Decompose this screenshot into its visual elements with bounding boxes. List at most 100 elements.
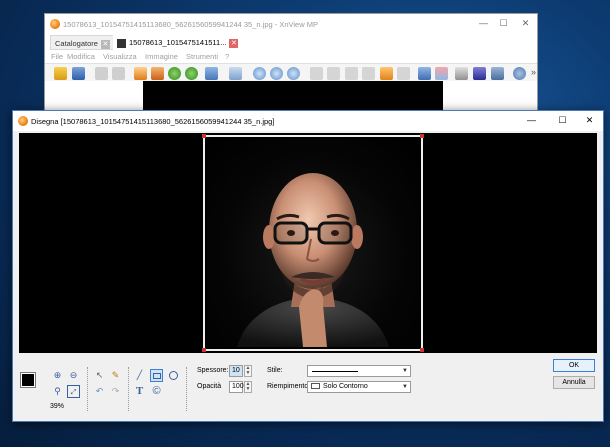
line-style-preview [312,371,358,372]
zoom-in-icon[interactable] [253,67,266,80]
flag-icon[interactable] [229,67,242,80]
text-tool-icon[interactable]: T [133,385,146,398]
browse-icon[interactable] [54,67,67,80]
menu-visualizza[interactable]: Visualizza [103,52,137,61]
chevron-down-icon: ▼ [402,368,408,374]
dialog-title: Disegna [15078613_10154751415113680_5626… [31,117,275,126]
minimize-icon[interactable]: — [477,17,490,30]
window-title: 15078613_10154751415113680_5626156059941… [63,20,318,29]
resize-handle[interactable] [202,348,206,352]
paint-icon[interactable] [435,67,448,80]
toolbar-overflow-icon[interactable]: » [531,67,536,77]
tool-panel: ⊕ ⊖ ⚲ ⤢ 39% ↖ ✎ ↶ ↷ ╱ T © Spessore: 10 ▲… [13,355,603,421]
opacity-label: Opacità [197,383,222,390]
xnview-app-icon [18,116,28,126]
resize-handle[interactable] [202,134,206,138]
zoom-in-icon[interactable]: ⊕ [51,369,64,382]
rotate-left-icon[interactable] [168,67,181,80]
title-bar: 15078613_10154751415113680_5626156059941… [45,14,537,34]
ok-button[interactable]: OK [553,359,595,372]
zoom-out-icon[interactable] [287,67,300,80]
portrait-photo [207,139,419,347]
draw-dialog: Disegna [15078613_10154751415113680_5626… [12,110,604,422]
minimize-icon[interactable]: — [525,114,538,127]
toolbar: » [45,63,537,81]
tab-close-icon[interactable]: ✕ [100,39,110,49]
adjust-icon[interactable] [205,67,218,80]
zoom-fit-icon[interactable]: ⤢ [67,385,80,398]
image-selection-frame[interactable] [202,134,424,352]
ellipse-shape-icon [169,371,178,380]
drawing-canvas[interactable] [19,133,597,353]
fill-label: Riempimento: [267,383,311,390]
close-icon[interactable]: ✕ [519,17,532,30]
watermark-tool-icon[interactable]: © [150,385,163,398]
style-select[interactable]: ▼ [307,365,411,377]
tab-bar: Catalogatore ✕ 15078613_1015475141511... ✕ [45,34,537,50]
prev-icon[interactable] [310,67,323,80]
style-label: Stile: [267,367,283,374]
rotate-right-icon[interactable] [185,67,198,80]
tab-catalogatore[interactable]: Catalogatore ✕ [50,35,115,50]
undo-icon[interactable]: ↶ [93,385,106,398]
slideshow-icon[interactable] [380,67,393,80]
separator [87,367,88,411]
foreground-color-swatch[interactable] [20,372,36,388]
gear-icon[interactable] [513,67,526,80]
ellipse-tool-icon[interactable] [167,369,180,382]
redo-icon[interactable]: ↷ [109,385,122,398]
image-thumbnail-icon [117,38,126,48]
tab-close-icon[interactable]: ✕ [229,38,239,48]
maximize-icon[interactable]: ☐ [556,114,569,127]
portrait-image [237,173,389,347]
cancel-button[interactable]: Annulla [553,376,595,389]
resize-icon[interactable] [151,67,164,80]
crop-icon[interactable] [134,67,147,80]
xnview-main-window: 15078613_10154751415113680_5626156059941… [44,13,538,114]
menu-immagine[interactable]: Immagine [145,52,178,61]
line-tool-icon[interactable]: ╱ [133,369,146,382]
print-icon[interactable] [455,67,468,80]
fill-select[interactable]: Solo Contorno ▼ [307,381,411,393]
next-icon[interactable] [327,67,340,80]
pointer-icon[interactable]: ↖ [93,369,106,382]
tab-label: 15078613_1015475141511... [129,38,227,47]
zoom-fit-icon[interactable] [270,67,283,80]
maximize-icon[interactable]: ☐ [497,17,510,30]
thickness-input[interactable]: 10 [229,365,243,377]
rectangle-tool-icon[interactable] [150,369,163,382]
opacity-spinner[interactable]: ▲ ▼ [244,381,252,393]
settings-icon[interactable] [473,67,486,80]
xnview-app-icon [50,19,60,29]
opacity-input[interactable]: 100 [229,381,244,393]
menu-file[interactable]: File [51,52,63,61]
separator [186,367,187,411]
menu-bar: File Modifica Visualizza Immagine Strume… [45,50,537,63]
rectangle-shape-icon [153,373,161,379]
fullscreen-icon[interactable] [418,67,431,80]
compare-icon[interactable] [397,67,410,80]
save-icon[interactable] [72,67,85,80]
open-icon[interactable] [95,67,108,80]
brush-icon[interactable]: ✎ [109,369,122,382]
fill-value: Solo Contorno [323,383,368,390]
fill-swatch-icon [311,383,320,390]
resize-handle[interactable] [420,134,424,138]
resize-handle[interactable] [420,348,424,352]
zoom-out-icon[interactable]: ⊖ [67,369,80,382]
save-as-icon[interactable] [491,67,504,80]
color-picker[interactable] [20,372,41,393]
tab-image[interactable]: 15078613_1015475141511... ✕ [113,35,243,50]
menu-modifica[interactable]: Modifica [67,52,95,61]
thickness-spinner[interactable]: ▲ ▼ [244,365,252,377]
first-icon[interactable] [345,67,358,80]
open2-icon[interactable] [112,67,125,80]
dialog-title-bar: Disegna [15078613_10154751415113680_5626… [13,111,603,131]
close-icon[interactable]: ✕ [583,114,596,127]
menu-help[interactable]: ? [225,52,229,61]
zoom-actual-icon[interactable]: ⚲ [51,385,64,398]
last-icon[interactable] [362,67,375,80]
chevron-down-icon: ▼ [402,384,408,390]
menu-strumenti[interactable]: Strumenti [186,52,218,61]
separator [128,367,129,411]
